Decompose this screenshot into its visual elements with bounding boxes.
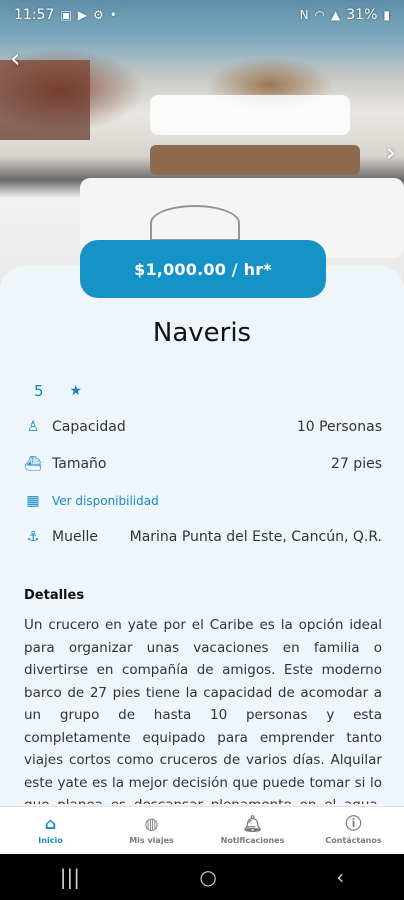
boat-wheel-logo — [150, 205, 240, 241]
gallery-icon: ▣ — [60, 8, 72, 22]
bell-icon: 🔔︎ — [242, 814, 263, 833]
dock-value: Marina Punta del Este, Cancún, Q.R. — [129, 529, 382, 545]
ship-icon: ◍ — [144, 814, 159, 833]
boat-size-icon: ⛴ — [24, 456, 42, 472]
next-image-arrow-icon[interactable]: › — [386, 138, 396, 168]
price-badge: $1,000.00 / hr* — [80, 240, 326, 298]
back-button-icon[interactable]: ‹ — [336, 865, 344, 889]
anchor-icon: ⚓ — [26, 529, 40, 545]
dock-row: ⚓ Muelle Marina Punta del Este, Cancún, … — [24, 529, 382, 545]
status-time: 11:57 — [14, 7, 55, 23]
android-navigation-bar: ||| ○ ‹ — [0, 854, 404, 900]
home-icon: ⌂ — [44, 814, 57, 833]
back-arrow-icon[interactable]: ‹ — [10, 44, 20, 74]
tab-inicio[interactable]: ⌂ Inicio — [0, 807, 101, 854]
boat-cushion — [150, 145, 360, 175]
nfc-icon: N — [299, 8, 309, 22]
size-label: Tamaño — [52, 456, 107, 472]
settings-icon: ⚙ — [92, 8, 104, 22]
boat-deck — [150, 95, 350, 135]
tab-label: Contáctanos — [325, 836, 382, 845]
tab-mis-viajes[interactable]: ◍ Mis viajes — [101, 807, 202, 854]
tab-label: Inicio — [38, 836, 63, 845]
listing-title: Naveris — [152, 318, 252, 348]
capacity-label: Capacidad — [52, 419, 126, 435]
tab-label: Notificaciones — [220, 836, 285, 845]
status-bar: 11:57 ▣ ▶ ⚙ • N ◠ ▲ 31% ▮ — [0, 0, 404, 30]
dock-label: Muelle — [52, 529, 98, 545]
rating-value: 5 — [34, 382, 44, 400]
battery-icon: ▮ — [383, 8, 390, 22]
home-button-icon[interactable]: ○ — [199, 865, 216, 889]
size-row: ⛴ Tamaño 27 pies — [24, 456, 382, 472]
star-icon: ★ — [69, 383, 83, 399]
wifi-icon: ◠ — [314, 8, 326, 22]
size-value: 27 pies — [331, 456, 382, 472]
youtube-icon: ▶ — [77, 8, 87, 22]
capacity-row: ♙ Capacidad 10 Personas — [24, 419, 382, 435]
details-text: Un crucero en yate por el Caribe es la o… — [24, 617, 382, 804]
availability-row[interactable]: ▦ Ver disponibilidad — [24, 493, 382, 509]
availability-link[interactable]: Ver disponibilidad — [52, 494, 159, 508]
tab-label: Mis viajes — [129, 836, 174, 845]
bottom-tab-bar: ⌂ Inicio ◍ Mis viajes 🔔︎ Notificaciones … — [0, 806, 404, 854]
rating: 5 ★ — [34, 382, 82, 400]
battery-level: 31% — [346, 7, 378, 23]
signal-icon: ▲ — [331, 8, 341, 22]
recent-apps-icon[interactable]: ||| — [60, 865, 80, 889]
calendar-icon: ▦ — [26, 493, 40, 509]
tab-contactanos[interactable]: ⓘ Contáctanos — [303, 807, 404, 854]
person-icon: ♙ — [26, 419, 40, 435]
details-heading: Detalles — [24, 588, 85, 603]
help-icon: ⓘ — [345, 814, 362, 833]
tab-notificaciones[interactable]: 🔔︎ Notificaciones — [202, 807, 303, 854]
capacity-value: 10 Personas — [296, 419, 382, 435]
dot-icon: • — [109, 8, 117, 22]
